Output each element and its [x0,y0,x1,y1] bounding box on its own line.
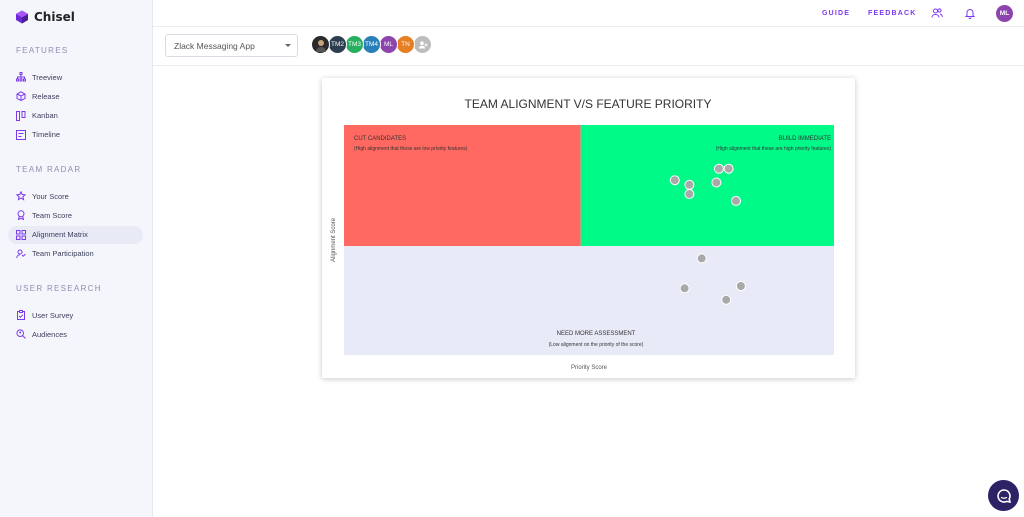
alignment-matrix-card: TEAM ALIGNMENT V/S FEATURE PRIORITY CUT C… [322,78,855,378]
user-avatar[interactable]: ML [996,5,1013,22]
y-axis-label: Alignment Score [331,217,337,262]
sidebar-item-user-survey[interactable]: User Survey [8,306,143,324]
app-name: Chisel [34,10,75,24]
data-point [679,283,690,294]
quadrant-subtitle: (Low alignment on the priority of the sc… [549,342,644,348]
member-avatar[interactable]: TN [396,35,415,54]
add-user-icon [418,40,427,48]
person-photo-icon [315,39,326,52]
cube-icon [16,91,26,102]
data-point [684,189,695,199]
sidebar-section-features: FEATURES [16,46,69,55]
project-toolbar: Zlack Messaging App TM2 TM3 TM4 ML TN [153,28,1024,66]
top-bar: GUIDE FEEDBACK [153,0,1024,27]
data-point [723,163,734,174]
data-point [713,163,724,174]
data-point [735,281,746,291]
app-logo[interactable]: Chisel [15,10,75,24]
quadrant-build-immediate [580,125,834,246]
data-point [684,179,695,190]
timeline-icon [16,129,26,140]
sidebar: Chisel FEATURES Treeview Release Kanban Time… [0,0,153,517]
feedback-link[interactable]: FEEDBACK [868,10,917,17]
sidebar-item-label: User Survey [32,310,74,320]
member-avatar[interactable]: TM4 [362,35,381,54]
data-point [721,294,732,305]
participation-icon [16,249,26,259]
sidebar-item-alignment-matrix[interactable]: Alignment Matrix [8,225,143,244]
sidebar-item-label: Timeline [32,130,61,140]
quadrant-title: NEED MORE ASSESSMENT [557,331,636,337]
quadrant-title: BUILD IMMEDIATE [779,136,831,142]
team-icon[interactable] [931,7,943,19]
member-avatar[interactable]: ML [379,35,398,54]
data-point [731,195,741,206]
clipboard-icon [16,310,26,320]
member-avatar-photo[interactable] [311,35,330,54]
chat-icon [996,488,1011,503]
sidebar-item-kanban[interactable]: Kanban [8,107,143,125]
chisel-logo-icon [16,10,28,24]
quadrant-subtitle: (High alignment that these are low prior… [354,146,468,152]
quadrant-need-more-assessment [344,246,834,355]
sidebar-item-label: Team Score [32,210,73,220]
search-people-icon [16,329,26,340]
sidebar-item-label: Team Participation [32,249,94,259]
member-avatar[interactable]: TM2 [328,35,347,54]
project-select[interactable]: Zlack Messaging App [165,34,298,57]
sidebar-item-label: Alignment Matrix [32,230,88,240]
sidebar-item-your-score[interactable]: Your Score [8,187,143,205]
kanban-icon [16,110,26,121]
bell-icon[interactable] [964,7,976,19]
sidebar-item-treeview[interactable]: Treeview [8,68,143,86]
quadrant-title: CUT CANDIDATES [354,136,406,142]
add-member-button[interactable] [413,35,432,54]
sidebar-item-team-participation[interactable]: Team Participation [8,245,143,263]
guide-link[interactable]: GUIDE [822,10,850,17]
chat-button[interactable] [988,480,1019,511]
sidebar-item-audiences[interactable]: Audiences [8,325,143,343]
sidebar-section-user-research: USER RESEARCH [16,284,102,293]
member-avatar[interactable]: TM3 [345,35,364,54]
quadrant-cut-candidates [344,125,581,246]
data-point [669,175,680,186]
data-point [711,177,722,188]
sidebar-item-label: Release [32,91,60,101]
sidebar-item-label: Treeview [32,72,63,82]
award-icon [16,210,26,221]
sidebar-item-team-score[interactable]: Team Score [8,206,143,224]
sidebar-item-label: Your Score [32,191,69,201]
grid-icon [16,229,26,240]
team-members: TM2 TM3 TM4 ML TN [311,35,432,54]
project-select-value: Zlack Messaging App [174,40,255,51]
star-icon [16,191,26,201]
chart-title: TEAM ALIGNMENT V/S FEATURE PRIORITY [465,97,712,111]
quadrant-subtitle: (High alignment that these are high prio… [716,146,832,152]
sidebar-item-label: Kanban [32,111,58,121]
sidebar-item-release[interactable]: Release [8,87,143,105]
sidebar-section-team-radar: TEAM RADAR [16,165,82,174]
x-axis-label: Priority Score [571,365,608,371]
tree-icon [16,72,26,82]
sidebar-item-label: Audiences [32,329,68,339]
alignment-matrix-chart: TEAM ALIGNMENT V/S FEATURE PRIORITY CUT C… [331,97,834,371]
data-point [696,253,707,264]
chevron-down-icon [285,44,291,47]
sidebar-item-timeline[interactable]: Timeline [8,126,143,144]
